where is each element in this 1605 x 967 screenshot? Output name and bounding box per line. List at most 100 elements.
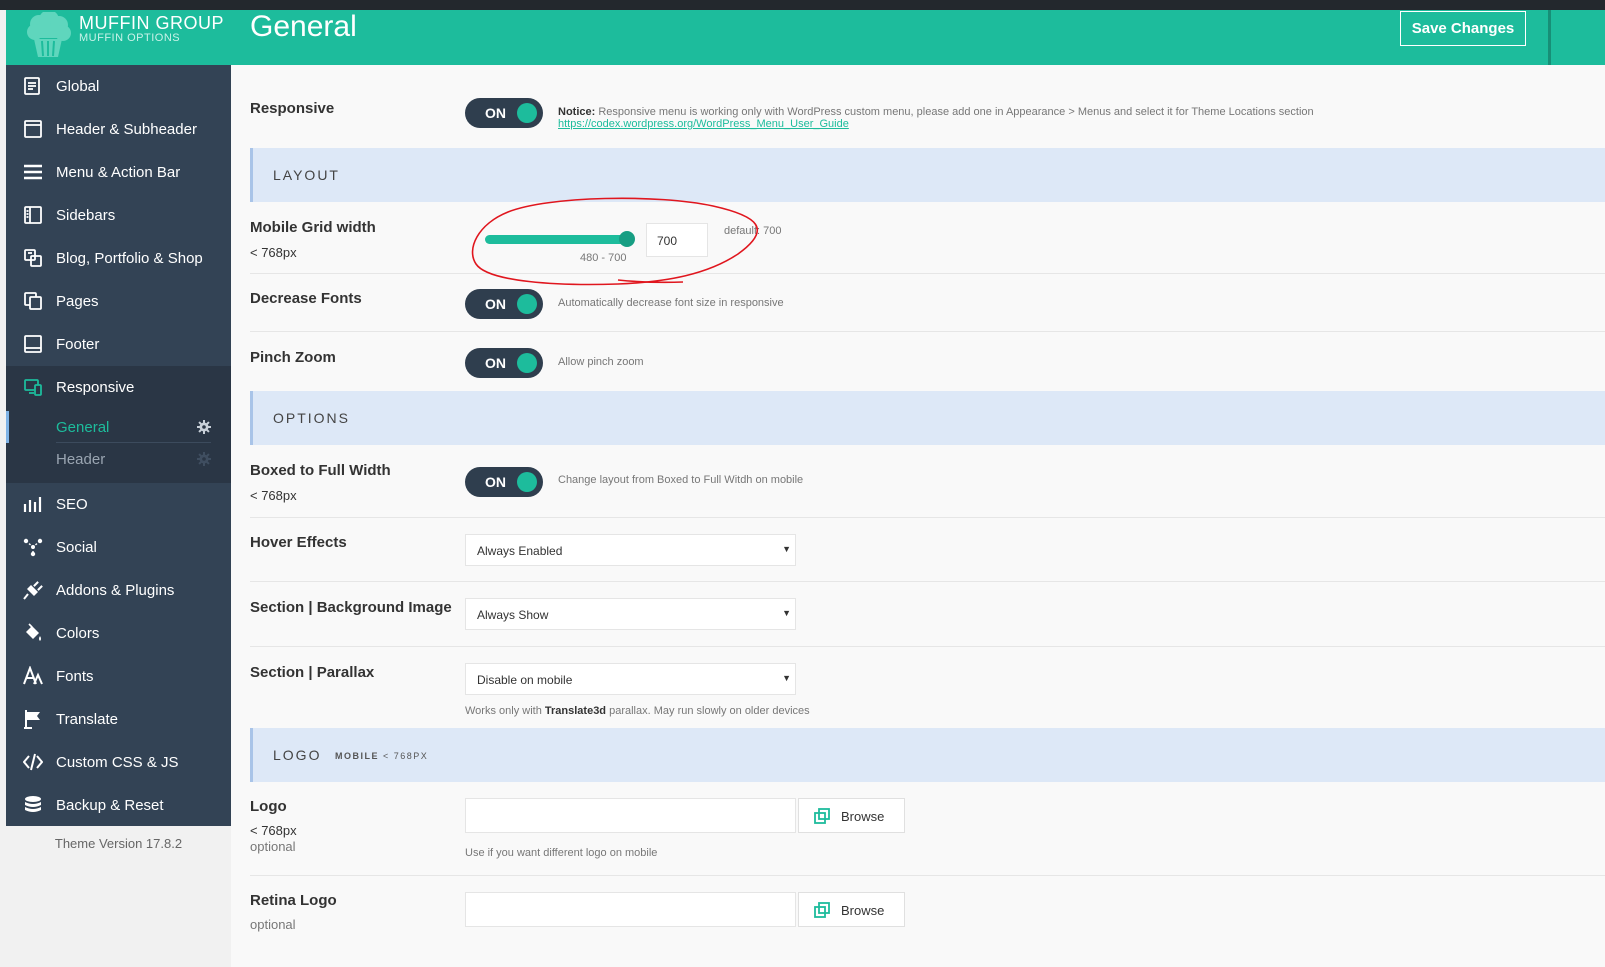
sidebar-item-label: Header & Subheader <box>56 121 197 138</box>
field-description: Allow pinch zoom <box>558 356 644 368</box>
dropdown-arrow-icon: ▼ <box>782 544 791 554</box>
dropdown-arrow-icon: ▼ <box>782 608 791 618</box>
background-image-select[interactable]: Always Show ▼ <box>465 598 796 630</box>
hover-effects-select[interactable]: Always Enabled ▼ <box>465 534 796 566</box>
brand-name: MUFFIN GROUP <box>79 13 224 33</box>
subnav-item-label: General <box>56 418 110 436</box>
responsive-notice: Notice: Responsive menu is working only … <box>558 106 1314 130</box>
gear-icon <box>197 420 211 434</box>
slider-track <box>485 235 628 244</box>
field-description: Change layout from Boxed to Full Witdh o… <box>558 474 804 486</box>
logo-browse-button[interactable]: Browse <box>798 798 905 833</box>
slider-handle[interactable] <box>619 231 635 247</box>
paint-bucket-icon <box>26 623 41 641</box>
sidebar-item-label: Backup & Reset <box>56 797 164 814</box>
field-label: Retina Logo <box>250 892 337 909</box>
section-title: LOGO <box>273 747 322 763</box>
sidebar-item-label: Menu & Action Bar <box>56 164 181 181</box>
sidebar-item-label: SEO <box>56 496 88 513</box>
parallax-select[interactable]: Disable on mobile ▼ <box>465 663 796 695</box>
database-icon <box>25 796 41 812</box>
section-layout: LAYOUT <box>250 148 1605 202</box>
desc-pre: Works only with <box>465 705 542 717</box>
document-edit-icon <box>24 77 40 95</box>
responsive-row: Responsive ON Notice: Responsive menu is… <box>250 90 1605 147</box>
sidebar-item-social[interactable]: Social <box>6 526 231 569</box>
pinch-zoom-toggle[interactable]: ON <box>465 348 543 378</box>
logo-row: Logo < 768px optional Browse Use if you … <box>250 782 1605 876</box>
sidebar-item-sidebars[interactable]: Sidebars <box>6 194 231 237</box>
section-subtitle: MOBILE < 768PX <box>335 751 428 761</box>
sidebar-item-fonts[interactable]: Fonts <box>6 655 231 698</box>
browser-top-bar <box>0 0 1605 10</box>
field-label: Mobile Grid width <box>250 219 376 236</box>
desc-bold: Translate3d <box>544 705 607 717</box>
sidebar-item-footer[interactable]: Footer <box>6 323 231 366</box>
retina-logo-url-input[interactable] <box>465 892 796 927</box>
field-optional: optional <box>250 839 296 854</box>
section-logo: LOGO MOBILE < 768PX <box>250 728 1605 782</box>
toggle-state: ON <box>485 296 506 312</box>
sidebar-nav: Global Header & Subheader Menu & Action … <box>6 65 231 409</box>
page-title: General <box>250 10 357 43</box>
section-subtitle-rest: < 768PX <box>383 751 429 761</box>
responsive-subnav: General Header <box>6 409 231 483</box>
sidebar-item-backup-reset[interactable]: Backup & Reset <box>6 784 231 827</box>
bar-chart-icon <box>23 497 42 512</box>
gear-icon <box>197 452 211 466</box>
sidebar-item-label: Sidebars <box>56 207 116 224</box>
retina-logo-row: Retina Logo optional Browse <box>250 876 1605 967</box>
browse-label: Browse <box>841 903 885 918</box>
toggle-state: ON <box>485 105 506 121</box>
main-header: General Save Changes <box>231 10 1605 65</box>
sidebar-item-seo[interactable]: SEO <box>6 483 231 526</box>
decrease-fonts-toggle[interactable]: ON <box>465 289 543 319</box>
sidebar-item-global[interactable]: Global <box>6 65 231 108</box>
mobile-grid-input[interactable]: 700 <box>646 223 708 257</box>
field-description: Use if you want different logo on mobile <box>465 847 658 859</box>
sidebar-item-colors[interactable]: Colors <box>6 612 231 655</box>
theme-version: Theme Version 17.8.2 <box>54 836 183 851</box>
browse-icon <box>814 808 830 824</box>
field-description: Automatically decrease font size in resp… <box>558 297 784 309</box>
subnav-item-header[interactable]: Header <box>6 443 231 475</box>
select-value: Disable on mobile <box>477 673 573 687</box>
brand: MUFFIN GROUP MUFFIN OPTIONS <box>6 10 231 65</box>
hamburger-menu-icon <box>24 164 42 180</box>
sidebar-item-addons-plugins[interactable]: Addons & Plugins <box>6 569 231 612</box>
sidebar-item-responsive[interactable]: Responsive <box>6 366 231 409</box>
sidebar-item-label: Addons & Plugins <box>56 582 175 599</box>
toggle-state: ON <box>485 355 506 371</box>
field-sublabel: < 768px <box>250 823 297 838</box>
hover-effects-row: Hover Effects Always Enabled ▼ <box>250 518 1605 582</box>
field-description: Works only with Translate3d parallax. Ma… <box>465 705 810 717</box>
window-icon <box>24 120 42 138</box>
retina-logo-browse-button[interactable]: Browse <box>798 892 905 927</box>
browse-icon <box>814 902 830 918</box>
toggle-knob <box>517 103 537 123</box>
sidebar-item-header-subheader[interactable]: Header & Subheader <box>6 108 231 151</box>
code-icon <box>23 753 43 771</box>
sidebar-nav-lower: SEO Social Addons & Plugins Colors Fonts… <box>6 483 231 827</box>
header-scroll-edge <box>1548 10 1551 65</box>
gallery-icon <box>24 249 42 267</box>
sidebar-item-menu-action-bar[interactable]: Menu & Action Bar <box>6 151 231 194</box>
boxed-toggle[interactable]: ON <box>465 467 543 497</box>
main-panel: General Save Changes Responsive ON Notic… <box>231 10 1605 967</box>
sidebar-item-label: Blog, Portfolio & Shop <box>56 250 203 267</box>
menu-guide-link[interactable]: https://codex.wordpress.org/WordPress_Me… <box>558 118 849 130</box>
pinch-zoom-row: Pinch Zoom ON Allow pinch zoom <box>250 332 1605 391</box>
sidebar-item-custom-css-js[interactable]: Custom CSS & JS <box>6 741 231 784</box>
flag-icon <box>24 710 40 729</box>
subnav-item-general[interactable]: General <box>6 411 231 443</box>
sidebar-item-label: Footer <box>56 336 100 353</box>
field-label: Hover Effects <box>250 534 347 551</box>
sidebar-item-pages[interactable]: Pages <box>6 280 231 323</box>
sidebar-item-blog-portfolio-shop[interactable]: Blog, Portfolio & Shop <box>6 237 231 280</box>
save-changes-button[interactable]: Save Changes <box>1400 11 1526 46</box>
responsive-toggle[interactable]: ON <box>465 98 543 128</box>
logo-url-input[interactable] <box>465 798 796 833</box>
sidebar-item-translate[interactable]: Translate <box>6 698 231 741</box>
notice-label: Notice: <box>558 106 596 118</box>
select-value: Always Show <box>477 608 549 622</box>
